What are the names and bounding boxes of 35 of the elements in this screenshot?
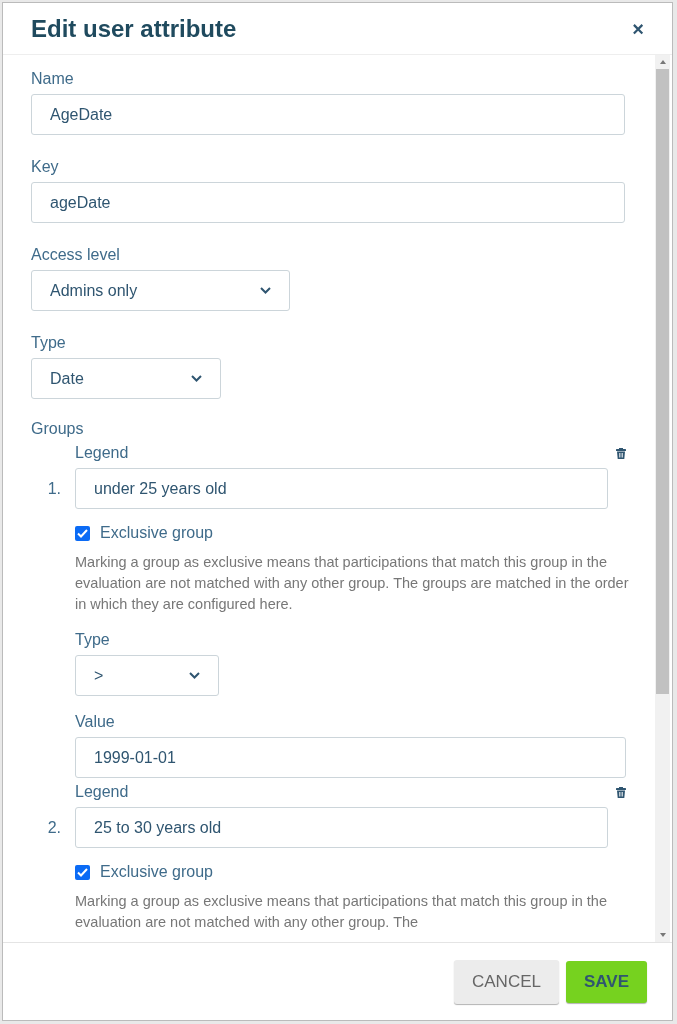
text-field[interactable]: 25 to 30 years old xyxy=(75,807,608,848)
chevron-down-icon xyxy=(260,287,271,294)
text-field[interactable]: under 25 years old xyxy=(75,468,608,509)
checkbox-label: Exclusive group xyxy=(100,862,213,882)
chevron-down-icon xyxy=(191,375,202,382)
group-number: 2. xyxy=(46,817,62,838)
group-number: 1. xyxy=(46,478,62,499)
dropdown[interactable]: Admins only xyxy=(31,270,290,311)
field-label: Value xyxy=(75,712,116,732)
save-button[interactable]: SAVE xyxy=(565,960,647,1003)
cancel-button[interactable]: CANCEL xyxy=(454,959,559,1004)
trash-icon[interactable] xyxy=(616,447,626,459)
text-field[interactable]: ageDate xyxy=(31,182,625,223)
checkbox[interactable] xyxy=(75,864,90,880)
checkbox[interactable] xyxy=(75,525,90,541)
groups-label: Groups xyxy=(31,419,85,439)
field-label: Legend xyxy=(75,782,129,802)
dialog-title: Edit user attribute xyxy=(31,13,237,44)
field-label: Key xyxy=(31,157,60,177)
text-field[interactable]: 1999-01-01 xyxy=(75,737,626,778)
scrollbar[interactable] xyxy=(655,55,670,942)
field-label: Type xyxy=(31,333,67,353)
field-label: Legend xyxy=(75,443,129,463)
chevron-down-icon xyxy=(189,672,200,679)
field-label: Access level xyxy=(31,245,121,265)
trash-icon[interactable] xyxy=(616,786,626,798)
dropdown[interactable]: Date xyxy=(31,358,221,399)
checkbox-label: Exclusive group xyxy=(100,523,213,543)
field-label: Name xyxy=(31,69,75,89)
close-button[interactable]: × xyxy=(632,18,644,39)
dropdown[interactable]: > xyxy=(75,655,219,696)
help-text: Marking a group as exclusive means that participations that match this group in the evaluation are not matched with any other group. The xyxy=(75,892,608,932)
field-label: Type xyxy=(75,630,111,650)
text-field[interactable]: AgeDate xyxy=(31,94,625,135)
help-text: Marking a group as exclusive means that participations that match this group in the evaluation are not matched with any other group. The groups are matched in the order in which they are configured here. xyxy=(75,553,630,614)
